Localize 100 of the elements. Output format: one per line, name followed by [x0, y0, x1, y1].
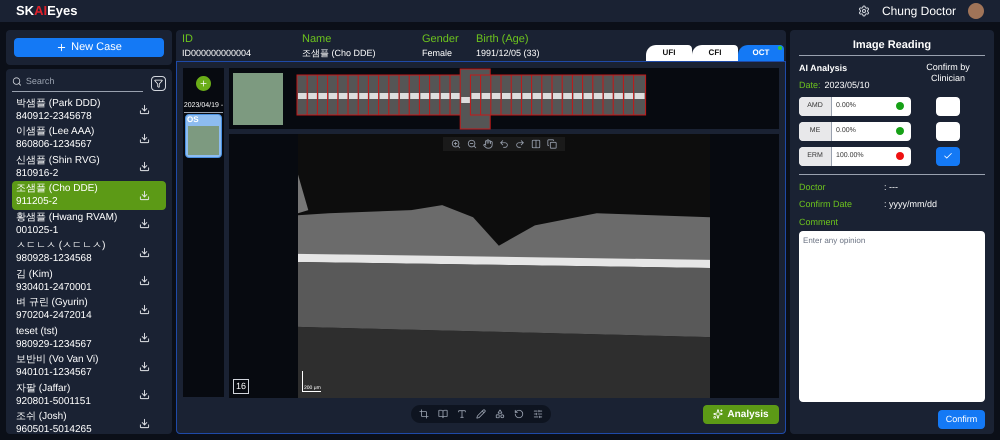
patient-list-item[interactable]: 자팔 (Jaffar) 920801-5001151 — [12, 380, 166, 409]
patient-id: 860806-1234567 — [16, 138, 93, 152]
zoom-in-icon[interactable] — [451, 139, 461, 149]
patient-list-item[interactable]: teset (tst) 980929-1234567 — [12, 324, 166, 352]
add-button[interactable] — [196, 76, 211, 91]
undo-icon[interactable] — [499, 139, 509, 149]
zoom-out-icon[interactable] — [467, 139, 477, 149]
check-icon — [943, 151, 953, 161]
patient-list-item[interactable]: 박샘플 (Park DDD) 840912-2345678 — [12, 96, 166, 124]
modality-tab[interactable]: UFI — [646, 45, 692, 61]
patient-name: 박샘플 (Park DDD) — [16, 96, 100, 110]
confirm-checkbox[interactable] — [936, 146, 960, 166]
shapes-icon[interactable] — [495, 409, 505, 419]
modality-tab[interactable]: CFI — [692, 45, 738, 61]
crop-icon[interactable] — [419, 409, 429, 419]
patient-list-item[interactable]: 김 (Kim) 930401-2470001 — [12, 266, 166, 295]
field-label: Gender — [422, 32, 460, 46]
redo-icon[interactable] — [515, 139, 525, 149]
patient-id: 930401-2470001 — [16, 280, 92, 294]
logo: SKAIEyes — [16, 2, 78, 20]
pencil-icon[interactable] — [476, 409, 486, 419]
avatar[interactable] — [968, 3, 984, 19]
confirm-date-label: Confirm Date — [799, 198, 854, 211]
doctor-label: Doctor — [799, 180, 827, 194]
patient-name: 벼 규린 (Gyurin) — [16, 296, 89, 310]
patient-list-item[interactable]: 보반비 (Vo Van Vi) 940101-1234567 — [12, 352, 166, 380]
hand-icon[interactable] — [483, 139, 493, 149]
patient-list-item[interactable]: ㅅㄷㄴㅅ (ㅅㄷㄴㅅ) 980928-1234568 — [12, 238, 166, 266]
plus-icon — [56, 42, 68, 53]
rotate-icon[interactable] — [514, 409, 524, 419]
book-icon[interactable] — [438, 409, 448, 419]
download-icon[interactable] — [139, 275, 150, 286]
settings-icon[interactable] — [858, 5, 870, 17]
download-icon[interactable] — [139, 304, 150, 315]
modality-tab[interactable]: OCT — [738, 45, 784, 61]
columns-icon[interactable] — [531, 139, 541, 149]
download-icon[interactable] — [139, 246, 150, 258]
patient-id: 940101-1234567 — [16, 366, 93, 380]
field-label: Name — [302, 32, 332, 46]
patient-name: 김 (Kim) — [16, 268, 54, 281]
filter-button[interactable] — [151, 76, 166, 91]
sliders-icon[interactable] — [533, 409, 543, 419]
eye-label: OS — [186, 114, 200, 124]
panel-title: Image Reading — [799, 37, 985, 56]
download-icon[interactable] — [139, 332, 150, 344]
patient-name: 자팔 (Jaffar) — [16, 382, 72, 395]
download-icon[interactable] — [139, 161, 150, 172]
download-icon[interactable] — [139, 132, 150, 144]
field-value: 1991/12/05 (33) — [476, 46, 541, 60]
download-icon[interactable] — [139, 360, 150, 372]
patient-id: 810916-2 — [16, 166, 60, 180]
confirm-heading: Confirm by Clinician — [925, 62, 971, 84]
copy-icon[interactable] — [547, 139, 557, 149]
date-label: Date: — [799, 79, 821, 92]
patient-id: 980929-1234567 — [16, 338, 92, 351]
analysis-date: 2023/05/10 — [824, 79, 870, 92]
field-value: Female — [422, 46, 454, 60]
photo-placeholder — [188, 126, 219, 154]
confirm-checkbox[interactable] — [936, 96, 960, 116]
download-icon[interactable] — [139, 418, 150, 429]
patient-name: 조쉬 (Josh) — [16, 410, 68, 424]
confirm-checkbox[interactable] — [936, 122, 960, 140]
field-value: 조샘플 (Cho DDE) — [302, 46, 377, 60]
patient-name: 보반비 (Vo Van Vi) — [16, 353, 98, 366]
confirm-date-value: : yyyy/mm/dd — [884, 198, 938, 211]
field-value: ID000000000004 — [182, 46, 252, 60]
download-icon[interactable] — [139, 389, 150, 400]
search-icon — [12, 76, 22, 88]
download-icon[interactable] — [139, 104, 150, 116]
patient-id: 840912-2345678 — [16, 110, 93, 123]
field-label: ID — [182, 32, 194, 46]
patient-id: 980928-1234568 — [16, 252, 93, 266]
new-case-button[interactable]: New Case — [14, 38, 164, 57]
patient-id: 960501-5014265 — [16, 423, 92, 434]
patient-name: ㅅㄷㄴㅅ (ㅅㄷㄴㅅ) — [16, 239, 106, 252]
user-name: Chung Doctor — [882, 3, 956, 20]
sparkle-icon — [713, 409, 724, 419]
patient-id: 911205-2 — [16, 195, 59, 208]
section-label: AI Analysis — [799, 62, 848, 75]
download-icon[interactable] — [139, 218, 150, 230]
patient-name: 이샘플 (Lee AAA) — [16, 125, 94, 138]
text-icon[interactable] — [457, 409, 467, 419]
patient-id: 001025-1 — [16, 224, 60, 237]
patient-name: 조샘플 (Cho DDE) — [16, 182, 98, 196]
patient-list-item[interactable]: 조쉬 (Josh) 960501-5014265 — [12, 409, 166, 434]
comment-field[interactable]: Enter any opinion — [799, 231, 985, 402]
field-label: Birth (Age) — [476, 32, 530, 46]
search-field[interactable]: Search — [26, 75, 143, 88]
patient-name: teset (tst) — [16, 324, 59, 338]
doctor-value: : --- — [884, 180, 899, 194]
photo-placeholder — [233, 72, 283, 124]
plus-icon — [199, 79, 208, 88]
slice-number: 16 — [233, 379, 250, 394]
comment-label: Comment — [799, 216, 840, 228]
patient-name: 신샘플 (Shin RVG) — [16, 154, 100, 167]
patient-name: 황샘플 (Hwang RVAM) — [16, 210, 118, 224]
confirm-button[interactable]: Confirm — [938, 410, 985, 429]
patient-list-item[interactable]: 신샘플 (Shin RVG) 810916-2 — [12, 152, 166, 181]
patient-list-item[interactable]: 이샘플 (Lee AAA) 860806-1234567 — [12, 124, 166, 152]
patient-list-item[interactable]: 황샘플 (Hwang RVAM) 001025-1 — [12, 210, 166, 238]
